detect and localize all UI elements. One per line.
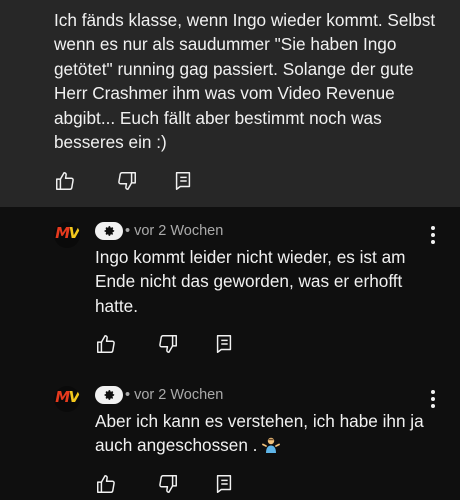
highlighted-comment: Ich fänds klasse, wenn Ingo wieder kommt… [0, 0, 460, 207]
comment-text: Ich fänds klasse, wenn Ingo wieder kommt… [54, 10, 436, 153]
thumbs-down-icon[interactable] [157, 473, 179, 495]
avatar[interactable]: MV [54, 386, 80, 412]
comment-text: Aber ich kann es verstehen, ich habe ihn… [95, 411, 424, 456]
thumbs-up-icon[interactable] [95, 333, 117, 355]
comment-thread: Ich fänds klasse, wenn Ingo wieder kommt… [0, 0, 460, 500]
more-vert-icon[interactable] [426, 390, 440, 410]
more-vert-icon[interactable] [426, 226, 440, 246]
thumbs-up-icon[interactable] [54, 170, 76, 192]
thumbs-down-icon[interactable] [157, 333, 179, 355]
comment-text: Ingo kommt leider nicht wieder, es ist a… [95, 247, 406, 316]
avatar[interactable]: MV [54, 222, 80, 248]
comment-timestamp: • vor 2 Wochen [125, 223, 224, 239]
reply-comment-icon[interactable] [213, 473, 235, 495]
comment-timestamp: • vor 2 Wochen [125, 387, 224, 403]
person-shrugging-emoji [262, 435, 281, 454]
thumbs-down-icon[interactable] [116, 170, 138, 192]
creator-badge-icon [95, 386, 123, 404]
reply-comment: MV • vor 2 Wochen Ingo kommt leider nich… [0, 214, 460, 364]
reply-comment: MV • vor 2 Wochen Aber ich kann es verst… [0, 378, 460, 500]
thumbs-up-icon[interactable] [95, 473, 117, 495]
comment-text-container: Aber ich kann es verstehen, ich habe ihn… [95, 409, 425, 458]
reply-comment-icon[interactable] [172, 170, 194, 192]
creator-badge-icon [95, 222, 123, 240]
reply-comment-icon[interactable] [213, 333, 235, 355]
